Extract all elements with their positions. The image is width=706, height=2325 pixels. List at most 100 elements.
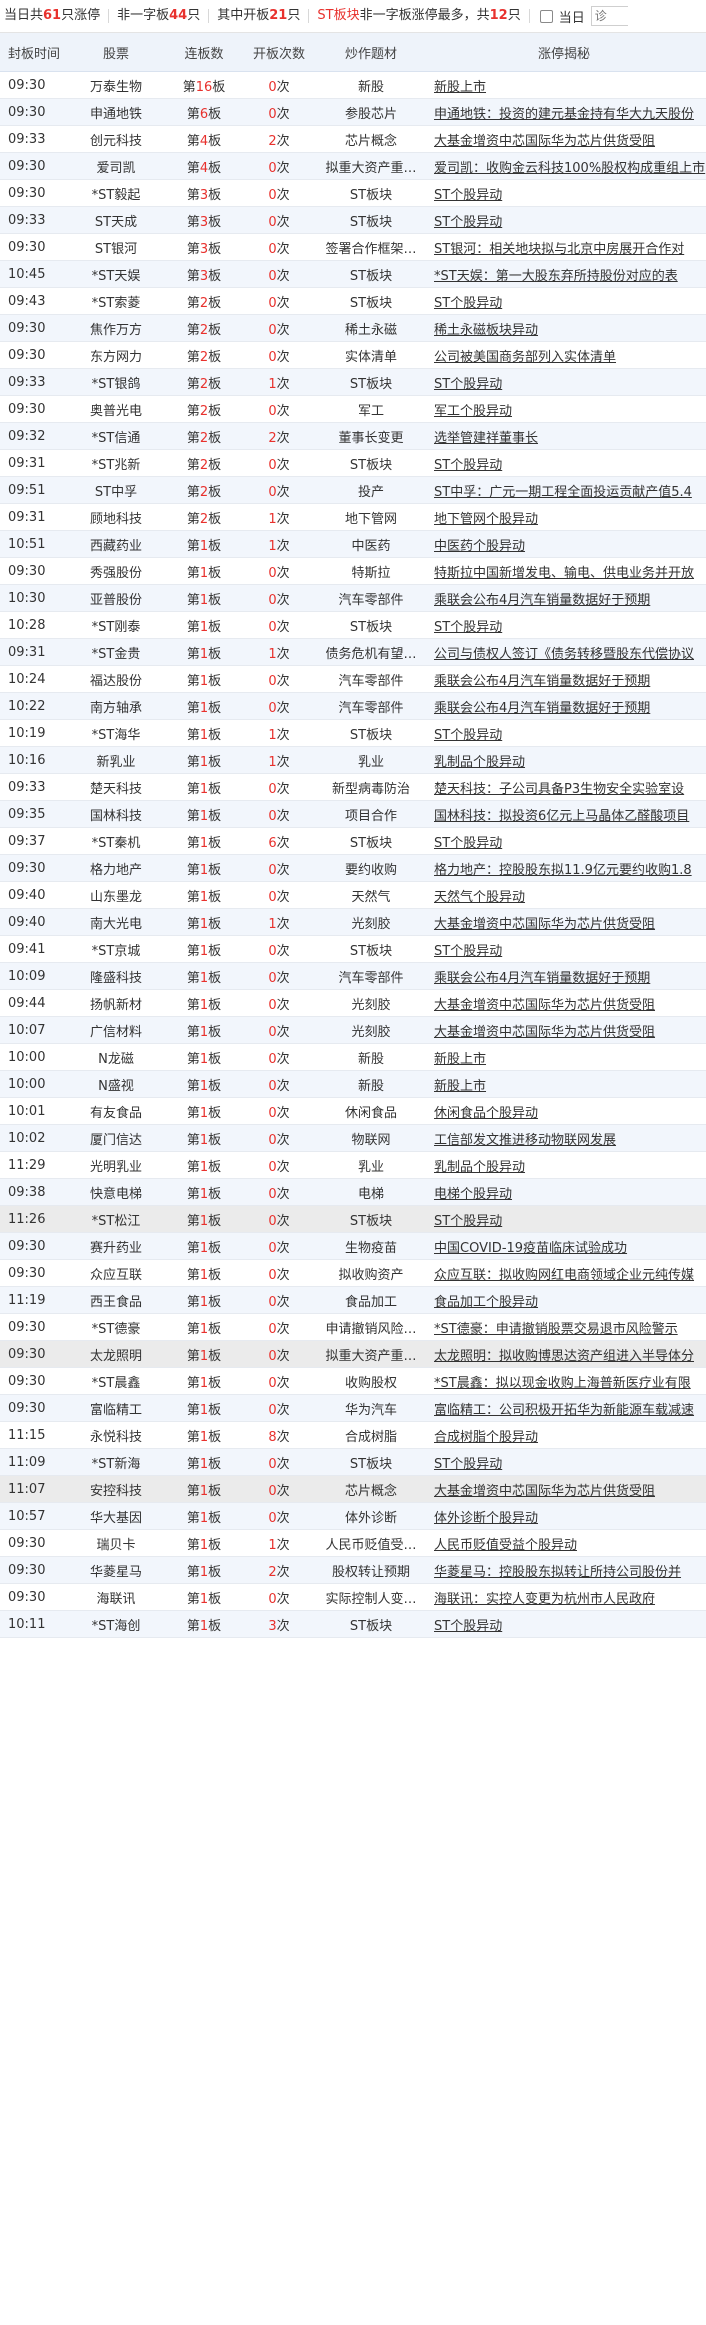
reason-link[interactable]: 格力地产：控股股东拟11.9亿元要约收购1.8 [434,863,692,878]
reason-link[interactable]: *ST德豪：申请撤销股票交易退市风险警示 [434,1322,678,1337]
table-row[interactable]: 09:30 格力地产 第1板 0次 要约收购 格力地产：控股股东拟11.9亿元要约收购1.… [0,854,706,882]
table-row[interactable]: 09:30 东方网力 第2板 0次 实体清单 公司被美国商务部列入实体清单 [0,341,706,369]
stock-name[interactable]: *ST信通 [68,422,164,450]
table-row[interactable]: 11:09 *ST新海 第1板 0次 ST板块 ST个股异动 [0,1448,706,1476]
table-row[interactable]: 10:09 隆盛科技 第1板 0次 汽车零部件 乘联会公布4月汽车销量数据好于预期 [0,962,706,990]
reason-link[interactable]: 华菱星马：控股股东拟转让所持公司股份并 [434,1565,681,1580]
table-row[interactable]: 10:57 华大基因 第1板 0次 体外诊断 体外诊断个股异动 [0,1502,706,1530]
table-row[interactable]: 09:31 顾地科技 第2板 1次 地下管网 地下管网个股异动 [0,503,706,531]
table-row[interactable]: 10:45 *ST天娱 第3板 0次 ST板块 *ST天娱：第一大股东弃所持股份对应的表 [0,260,706,288]
stock-name[interactable]: 顾地科技 [68,503,164,531]
stock-name[interactable]: *ST秦机 [68,827,164,855]
reason-link[interactable]: 电梯个股异动 [434,1187,512,1202]
table-row[interactable]: 09:30 太龙照明 第1板 0次 拟重大资产重… 太龙照明：拟收购博思达资产组进入半导体… [0,1340,706,1368]
table-row[interactable]: 09:30 富临精工 第1板 0次 华为汽车 富临精工：公司积极开拓华为新能源车载减速 [0,1394,706,1422]
reason-link[interactable]: ST个股异动 [434,836,502,851]
table-row[interactable]: 09:30 众应互联 第1板 0次 拟收购资产 众应互联：拟收购网红电商领域企业元纯传媒 [0,1259,706,1287]
table-row[interactable]: 09:31 *ST金贵 第1板 1次 债务危机有望… 公司与债权人签订《债务转移暨股东代偿… [0,638,706,666]
stock-name[interactable]: *ST新海 [68,1448,164,1476]
reason-link[interactable]: 乘联会公布4月汽车销量数据好于预期 [434,593,650,608]
stock-name[interactable]: 光明乳业 [68,1151,164,1179]
table-row[interactable]: 10:22 南方轴承 第1板 0次 汽车零部件 乘联会公布4月汽车销量数据好于预期 [0,692,706,720]
reason-link[interactable]: ST个股异动 [434,620,502,635]
top-sector-name[interactable]: ST板块 [317,8,359,23]
reason-link[interactable]: 大基金增资中芯国际华为芯片供货受阻 [434,1025,655,1040]
table-row[interactable]: 09:40 山东墨龙 第1板 0次 天然气 天然气个股异动 [0,881,706,909]
stock-name[interactable]: *ST松江 [68,1205,164,1233]
header-reason[interactable]: 涨停揭秘 [428,33,706,72]
reason-link[interactable]: 特斯拉中国新增发电、输电、供电业务并开放 [434,566,694,581]
reason-link[interactable]: 富临精工：公司积极开拓华为新能源车载减速 [434,1403,694,1418]
table-row[interactable]: 09:33 楚天科技 第1板 0次 新型病毒防治 楚天科技：子公司具备P3生物安全实验室设 [0,773,706,801]
reason-link[interactable]: 大基金增资中芯国际华为芯片供货受阻 [434,134,655,149]
stock-name[interactable]: ST中孚 [68,476,164,504]
stock-name[interactable]: 瑞贝卡 [68,1529,164,1557]
stock-name[interactable]: 太龙照明 [68,1340,164,1368]
stock-name[interactable]: *ST海华 [68,719,164,747]
stock-name[interactable]: 华菱星马 [68,1556,164,1584]
table-row[interactable]: 09:37 *ST秦机 第1板 6次 ST板块 ST个股异动 [0,827,706,855]
stock-name[interactable]: *ST银鸽 [68,368,164,396]
stock-name[interactable]: 广信材料 [68,1016,164,1044]
reason-link[interactable]: 公司被美国商务部列入实体清单 [434,350,616,365]
stock-name[interactable]: *ST毅起 [68,179,164,207]
table-row[interactable]: 09:40 南大光电 第1板 1次 光刻胶 大基金增资中芯国际华为芯片供货受阻 [0,908,706,936]
table-row[interactable]: 11:29 光明乳业 第1板 0次 乳业 乳制品个股异动 [0,1151,706,1179]
reason-link[interactable]: 新股上市 [434,1079,486,1094]
table-row[interactable]: 09:44 扬帆新材 第1板 0次 光刻胶 大基金增资中芯国际华为芯片供货受阻 [0,989,706,1017]
reason-link[interactable]: 大基金增资中芯国际华为芯片供货受阻 [434,998,655,1013]
stock-name[interactable]: 申通地铁 [68,98,164,126]
table-row[interactable]: 09:32 *ST信通 第2板 2次 董事长变更 选举管建祥董事长 [0,422,706,450]
table-row[interactable]: 09:30 瑞贝卡 第1板 1次 人民币贬值受… 人民币贬值受益个股异动 [0,1529,706,1557]
stock-name[interactable]: ST银河 [68,233,164,261]
stock-name[interactable]: 南大光电 [68,908,164,936]
reason-link[interactable]: 天然气个股异动 [434,890,525,905]
stock-name[interactable]: 富临精工 [68,1394,164,1422]
table-row[interactable]: 11:15 永悦科技 第1板 8次 合成树脂 合成树脂个股异动 [0,1421,706,1449]
reason-link[interactable]: ST个股异动 [434,296,502,311]
reason-link[interactable]: 地下管网个股异动 [434,512,538,527]
table-row[interactable]: 10:19 *ST海华 第1板 1次 ST板块 ST个股异动 [0,719,706,747]
table-row[interactable]: 10:51 西藏药业 第1板 1次 中医药 中医药个股异动 [0,530,706,558]
stock-name[interactable]: 海联讯 [68,1583,164,1611]
table-row[interactable]: 09:35 国林科技 第1板 0次 项目合作 国林科技：拟投资6亿元上马晶体乙醛酸项目 [0,800,706,828]
stock-name[interactable]: 创元科技 [68,125,164,153]
stock-name[interactable]: *ST海创 [68,1610,164,1638]
stock-name[interactable]: 赛升药业 [68,1232,164,1260]
stock-name[interactable]: 新乳业 [68,746,164,774]
table-row[interactable]: 09:30 *ST毅起 第3板 0次 ST板块 ST个股异动 [0,179,706,207]
table-row[interactable]: 09:30 ST银河 第3板 0次 签署合作框架… ST银河：相关地块拟与北京中房展开合作… [0,233,706,261]
table-row[interactable]: 10:00 N龙磁 第1板 0次 新股 新股上市 [0,1043,706,1071]
table-row[interactable]: 09:30 *ST晨鑫 第1板 0次 收购股权 *ST晨鑫：拟以现金收购上海普新医疗业有限 [0,1367,706,1395]
today-checkbox[interactable] [539,9,553,23]
stock-name[interactable]: ST天成 [68,206,164,234]
stock-name[interactable]: 格力地产 [68,854,164,882]
reason-link[interactable]: *ST晨鑫：拟以现金收购上海普新医疗业有限 [434,1376,691,1391]
table-row[interactable]: 09:30 申通地铁 第6板 0次 参股芯片 申通地铁：投资的建元基金持有华大九天股份 [0,98,706,126]
stock-name[interactable]: 秀强股份 [68,557,164,585]
stock-name[interactable]: 国林科技 [68,800,164,828]
table-row[interactable]: 10:16 新乳业 第1板 1次 乳业 乳制品个股异动 [0,746,706,774]
table-row[interactable]: 11:07 安控科技 第1板 0次 芯片概念 大基金增资中芯国际华为芯片供货受阻 [0,1475,706,1503]
stock-name[interactable]: *ST刚泰 [68,611,164,639]
reason-link[interactable]: 乳制品个股异动 [434,755,525,770]
reason-link[interactable]: ST个股异动 [434,1457,502,1472]
stock-name[interactable]: *ST索菱 [68,287,164,315]
table-row[interactable]: 09:38 快意电梯 第1板 0次 电梯 电梯个股异动 [0,1178,706,1206]
stock-name[interactable]: N龙磁 [68,1043,164,1071]
reason-link[interactable]: 乘联会公布4月汽车销量数据好于预期 [434,701,650,716]
table-row[interactable]: 09:51 ST中孚 第2板 0次 投产 ST中孚：广元一期工程全面投运贡献产值5.4 [0,476,706,504]
stock-name[interactable]: 厦门信达 [68,1124,164,1152]
reason-link[interactable]: 人民币贬值受益个股异动 [434,1538,577,1553]
stock-name[interactable]: 福达股份 [68,665,164,693]
stock-name[interactable]: 山东墨龙 [68,881,164,909]
stock-name[interactable]: *ST晨鑫 [68,1367,164,1395]
header-concept[interactable]: 炒作题材 [314,33,428,72]
stock-name[interactable]: 永悦科技 [68,1421,164,1449]
table-row[interactable]: 10:00 N盛视 第1板 0次 新股 新股上市 [0,1070,706,1098]
stock-name[interactable]: 华大基因 [68,1502,164,1530]
stock-name[interactable]: 安控科技 [68,1475,164,1503]
reason-link[interactable]: 中医药个股异动 [434,539,525,554]
reason-link[interactable]: 军工个股异动 [434,404,512,419]
reason-link[interactable]: ST个股异动 [434,377,502,392]
